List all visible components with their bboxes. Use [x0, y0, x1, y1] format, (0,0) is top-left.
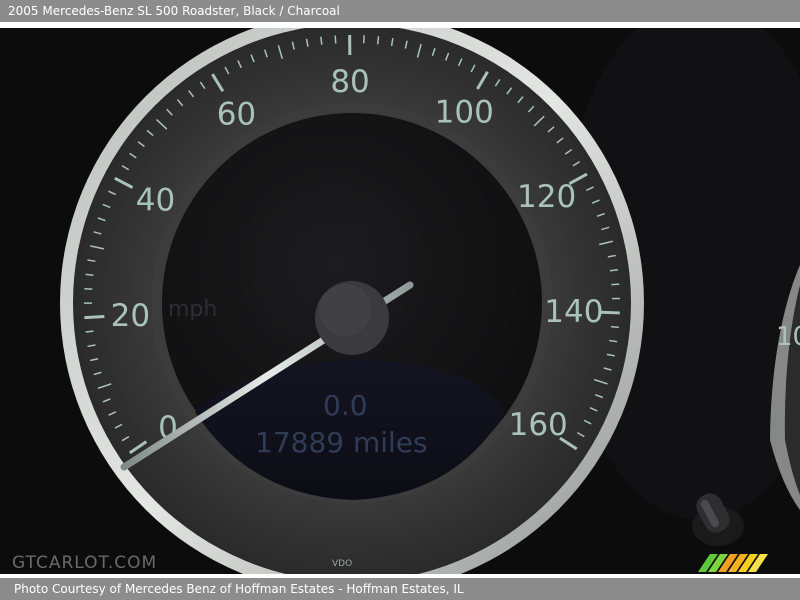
speed-label-80: 80 — [330, 64, 369, 100]
tick-mark — [85, 330, 94, 333]
tick-mark — [611, 283, 620, 286]
vehicle-title: 2005 Mercedes-Benz SL 500 Roadster, — [8, 4, 240, 18]
dealer-logo — [698, 554, 768, 572]
maker-mark: VDO — [332, 559, 352, 569]
speedometer-scene: 020406080100120140160 0.0 17889 miles mp… — [0, 28, 800, 574]
odometer-total: 17889 miles — [255, 426, 428, 459]
speed-label-40: 40 — [136, 183, 175, 219]
tick-mark — [320, 36, 323, 45]
tick-mark — [609, 268, 619, 272]
tick-mark — [376, 36, 380, 45]
tick-mark — [84, 315, 105, 320]
title-bar: 2005 Mercedes-Benz SL 500 Roadster, Blac… — [0, 0, 800, 22]
vehicle-colors: Black / Charcoal — [243, 4, 340, 18]
speed-label-100: 100 — [435, 94, 494, 130]
photo-credit-text: Photo Courtesy of Mercedes Benz of Hoffm… — [14, 582, 464, 596]
speed-label-60: 60 — [217, 96, 256, 132]
side-gauge-label: 10 — [776, 322, 800, 352]
unit-label: mph — [168, 297, 217, 322]
speed-label-160: 160 — [509, 407, 568, 443]
speed-label-120: 120 — [517, 179, 576, 215]
vehicle-photo: 0 20 40 60 80 100 120 140 160 0.0 17889 miles mp… — [0, 28, 800, 574]
tick-mark — [334, 35, 337, 44]
odometer-trip: 0.0 — [323, 389, 368, 422]
tick-mark — [610, 325, 619, 329]
watermark: GTCARLOT.COM — [12, 553, 158, 573]
speed-label-140: 140 — [544, 294, 603, 330]
photo-credit: Photo Courtesy of Mercedes Benz of Hoffm… — [0, 578, 800, 600]
needle-hub-highlight — [319, 284, 371, 336]
speed-label-20: 20 — [111, 298, 150, 334]
tick-mark — [85, 273, 94, 276]
